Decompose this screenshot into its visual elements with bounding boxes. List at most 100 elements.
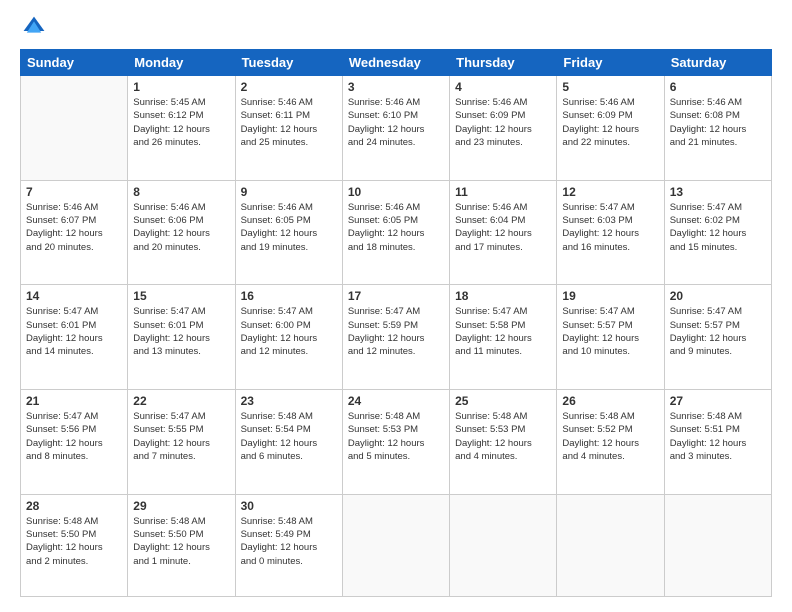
day-info: Sunrise: 5:47 AM Sunset: 5:55 PM Dayligh…	[133, 410, 229, 463]
day-cell: 5 Sunrise: 5:46 AM Sunset: 6:09 PM Daylig…	[557, 76, 664, 181]
day-info: Sunrise: 5:45 AM Sunset: 6:12 PM Dayligh…	[133, 96, 229, 149]
day-info: Sunrise: 5:48 AM Sunset: 5:53 PM Dayligh…	[348, 410, 444, 463]
day-number: 27	[670, 394, 766, 408]
day-number: 28	[26, 499, 122, 513]
header-cell-sunday: Sunday	[21, 50, 128, 76]
day-info: Sunrise: 5:46 AM Sunset: 6:08 PM Dayligh…	[670, 96, 766, 149]
day-info: Sunrise: 5:47 AM Sunset: 6:01 PM Dayligh…	[133, 305, 229, 358]
week-row-2: 7 Sunrise: 5:46 AM Sunset: 6:07 PM Daylig…	[21, 180, 772, 285]
day-cell: 10Sunrise: 5:46 AM Sunset: 6:05 PM Dayli…	[342, 180, 449, 285]
day-info: Sunrise: 5:47 AM Sunset: 5:58 PM Dayligh…	[455, 305, 551, 358]
day-cell	[342, 494, 449, 596]
day-cell: 24 Sunrise: 5:48 AM Sunset: 5:53 PM Dayli…	[342, 390, 449, 495]
day-info: Sunrise: 5:48 AM Sunset: 5:50 PM Dayligh…	[133, 515, 229, 568]
day-cell: 8 Sunrise: 5:46 AM Sunset: 6:06 PM Daylig…	[128, 180, 235, 285]
header-row: SundayMondayTuesdayWednesdayThursdayFrid…	[21, 50, 772, 76]
day-number: 29	[133, 499, 229, 513]
day-info: Sunrise: 5:48 AM Sunset: 5:52 PM Dayligh…	[562, 410, 658, 463]
day-number: 12	[562, 185, 658, 199]
header-cell-saturday: Saturday	[664, 50, 771, 76]
day-cell: 17 Sunrise: 5:47 AM Sunset: 5:59 PM Dayli…	[342, 285, 449, 390]
header-cell-friday: Friday	[557, 50, 664, 76]
day-info: Sunrise: 5:47 AM Sunset: 6:03 PM Dayligh…	[562, 201, 658, 254]
day-info: Sunrise: 5:47 AM Sunset: 6:02 PM Dayligh…	[670, 201, 766, 254]
day-cell: 21Sunrise: 5:47 AM Sunset: 5:56 PM Dayli…	[21, 390, 128, 495]
day-cell: 28 Sunrise: 5:48 AM Sunset: 5:50 PM Dayli…	[21, 494, 128, 596]
day-info: Sunrise: 5:47 AM Sunset: 5:57 PM Dayligh…	[562, 305, 658, 358]
week-row-5: 28 Sunrise: 5:48 AM Sunset: 5:50 PM Dayli…	[21, 494, 772, 596]
day-number: 13	[670, 185, 766, 199]
calendar-table: SundayMondayTuesdayWednesdayThursdayFrid…	[20, 49, 772, 597]
day-info: Sunrise: 5:47 AM Sunset: 6:01 PM Dayligh…	[26, 305, 122, 358]
week-row-3: 14 Sunrise: 5:47 AM Sunset: 6:01 PM Dayli…	[21, 285, 772, 390]
day-info: Sunrise: 5:46 AM Sunset: 6:05 PM Dayligh…	[348, 201, 444, 254]
day-info: Sunrise: 5:46 AM Sunset: 6:06 PM Dayligh…	[133, 201, 229, 254]
day-number: 11	[455, 185, 551, 199]
day-cell: 9 Sunrise: 5:46 AM Sunset: 6:05 PM Daylig…	[235, 180, 342, 285]
day-cell: 26 Sunrise: 5:48 AM Sunset: 5:52 PM Dayli…	[557, 390, 664, 495]
day-info: Sunrise: 5:48 AM Sunset: 5:51 PM Dayligh…	[670, 410, 766, 463]
day-cell: 27 Sunrise: 5:48 AM Sunset: 5:51 PM Dayli…	[664, 390, 771, 495]
day-cell: 6 Sunrise: 5:46 AM Sunset: 6:08 PM Daylig…	[664, 76, 771, 181]
day-number: 3	[348, 80, 444, 94]
day-info: Sunrise: 5:46 AM Sunset: 6:10 PM Dayligh…	[348, 96, 444, 149]
day-number: 18	[455, 289, 551, 303]
day-number: 5	[562, 80, 658, 94]
day-number: 14	[26, 289, 122, 303]
day-info: Sunrise: 5:46 AM Sunset: 6:05 PM Dayligh…	[241, 201, 337, 254]
day-number: 4	[455, 80, 551, 94]
page: SundayMondayTuesdayWednesdayThursdayFrid…	[0, 0, 792, 612]
day-number: 7	[26, 185, 122, 199]
day-info: Sunrise: 5:46 AM Sunset: 6:11 PM Dayligh…	[241, 96, 337, 149]
day-cell: 23 Sunrise: 5:48 AM Sunset: 5:54 PM Dayli…	[235, 390, 342, 495]
day-cell: 19Sunrise: 5:47 AM Sunset: 5:57 PM Dayli…	[557, 285, 664, 390]
day-number: 6	[670, 80, 766, 94]
day-info: Sunrise: 5:48 AM Sunset: 5:49 PM Dayligh…	[241, 515, 337, 568]
day-cell: 18 Sunrise: 5:47 AM Sunset: 5:58 PM Dayli…	[450, 285, 557, 390]
day-cell: 22 Sunrise: 5:47 AM Sunset: 5:55 PM Dayli…	[128, 390, 235, 495]
day-cell	[450, 494, 557, 596]
day-number: 22	[133, 394, 229, 408]
day-cell	[557, 494, 664, 596]
day-info: Sunrise: 5:48 AM Sunset: 5:50 PM Dayligh…	[26, 515, 122, 568]
day-info: Sunrise: 5:47 AM Sunset: 5:59 PM Dayligh…	[348, 305, 444, 358]
day-info: Sunrise: 5:46 AM Sunset: 6:09 PM Dayligh…	[455, 96, 551, 149]
day-number: 21	[26, 394, 122, 408]
header-cell-thursday: Thursday	[450, 50, 557, 76]
header	[20, 15, 772, 39]
day-number: 30	[241, 499, 337, 513]
day-cell: 11 Sunrise: 5:46 AM Sunset: 6:04 PM Dayli…	[450, 180, 557, 285]
day-number: 1	[133, 80, 229, 94]
day-info: Sunrise: 5:47 AM Sunset: 6:00 PM Dayligh…	[241, 305, 337, 358]
week-row-1: 1 Sunrise: 5:45 AM Sunset: 6:12 PM Daylig…	[21, 76, 772, 181]
day-number: 26	[562, 394, 658, 408]
day-cell: 12 Sunrise: 5:47 AM Sunset: 6:03 PM Dayli…	[557, 180, 664, 285]
logo-icon	[22, 15, 46, 39]
day-cell: 7 Sunrise: 5:46 AM Sunset: 6:07 PM Daylig…	[21, 180, 128, 285]
day-cell: 20Sunrise: 5:47 AM Sunset: 5:57 PM Dayli…	[664, 285, 771, 390]
day-cell: 16 Sunrise: 5:47 AM Sunset: 6:00 PM Dayli…	[235, 285, 342, 390]
week-row-4: 21Sunrise: 5:47 AM Sunset: 5:56 PM Dayli…	[21, 390, 772, 495]
day-info: Sunrise: 5:48 AM Sunset: 5:53 PM Dayligh…	[455, 410, 551, 463]
day-number: 8	[133, 185, 229, 199]
header-cell-wednesday: Wednesday	[342, 50, 449, 76]
day-cell	[664, 494, 771, 596]
day-info: Sunrise: 5:46 AM Sunset: 6:07 PM Dayligh…	[26, 201, 122, 254]
logo	[20, 15, 46, 39]
day-number: 9	[241, 185, 337, 199]
day-info: Sunrise: 5:47 AM Sunset: 5:57 PM Dayligh…	[670, 305, 766, 358]
day-number: 15	[133, 289, 229, 303]
day-cell: 2Sunrise: 5:46 AM Sunset: 6:11 PM Daylig…	[235, 76, 342, 181]
header-cell-monday: Monday	[128, 50, 235, 76]
day-info: Sunrise: 5:46 AM Sunset: 6:09 PM Dayligh…	[562, 96, 658, 149]
day-number: 17	[348, 289, 444, 303]
day-number: 16	[241, 289, 337, 303]
day-cell: 4 Sunrise: 5:46 AM Sunset: 6:09 PM Daylig…	[450, 76, 557, 181]
day-number: 24	[348, 394, 444, 408]
day-info: Sunrise: 5:46 AM Sunset: 6:04 PM Dayligh…	[455, 201, 551, 254]
day-cell: 13 Sunrise: 5:47 AM Sunset: 6:02 PM Dayli…	[664, 180, 771, 285]
day-info: Sunrise: 5:48 AM Sunset: 5:54 PM Dayligh…	[241, 410, 337, 463]
day-cell: 30 Sunrise: 5:48 AM Sunset: 5:49 PM Dayli…	[235, 494, 342, 596]
day-number: 23	[241, 394, 337, 408]
day-cell: 29 Sunrise: 5:48 AM Sunset: 5:50 PM Dayli…	[128, 494, 235, 596]
